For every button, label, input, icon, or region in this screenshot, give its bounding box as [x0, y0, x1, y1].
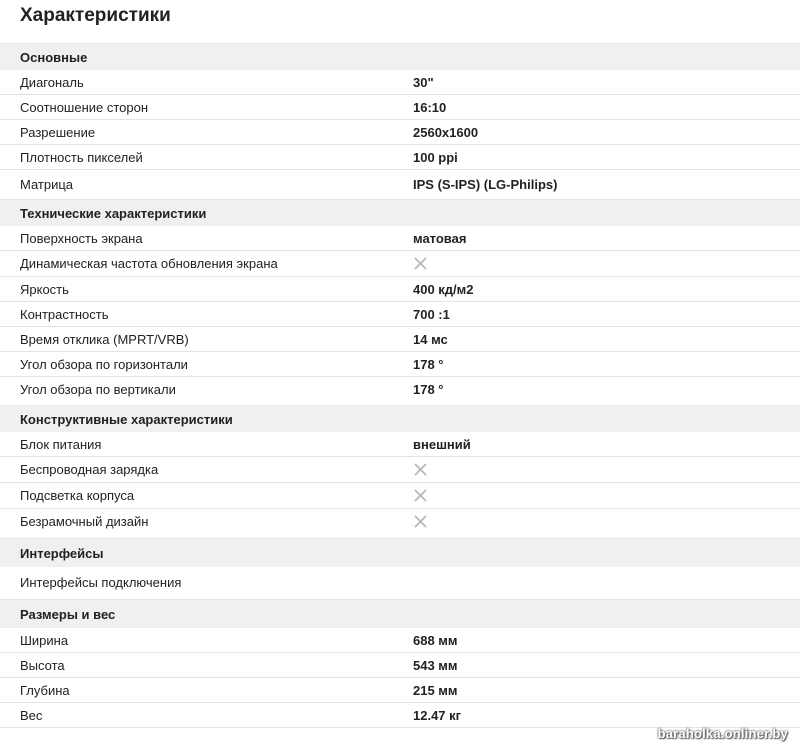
cross-icon — [414, 257, 427, 270]
spec-row: Яркость 400 кд/м2 — [0, 277, 800, 302]
spec-value: 12.47 кг — [413, 708, 462, 723]
spec-value: 100 ppi — [413, 150, 458, 165]
spec-name: Матрица — [20, 177, 74, 192]
spec-name: Угол обзора по горизонтали — [20, 357, 188, 372]
spec-name: Блок питания — [20, 437, 102, 452]
spec-row: Контрастность 700 :1 — [0, 302, 800, 327]
spec-name: Вес — [20, 708, 43, 723]
spec-value: 688 мм — [413, 633, 458, 648]
spec-value: 14 мс — [413, 332, 448, 347]
spec-name: Время отклика (MPRT/VRB) — [20, 332, 189, 347]
cross-icon — [414, 515, 427, 528]
spec-row: Диагональ 30" — [0, 70, 800, 95]
watermark: baraholka.onliner.by — [657, 726, 788, 741]
spec-value: IPS (S-IPS) (LG-Philips) — [413, 177, 558, 192]
spec-row: Безрамочный дизайн — [0, 509, 800, 538]
spec-row: Интерфейсы подключения — [0, 567, 800, 599]
section-header-basic: Основные — [0, 43, 800, 70]
specs-table: Основные Диагональ 30" Соотношение сторо… — [0, 43, 800, 728]
spec-row: Угол обзора по вертикали 178 ° — [0, 377, 800, 405]
spec-row: Блок питания внешний — [0, 432, 800, 457]
page-title: Характеристики — [20, 5, 171, 26]
spec-value: 16:10 — [413, 100, 447, 115]
spec-name: Диагональ — [20, 75, 84, 90]
spec-row: Плотность пикселей 100 ppi — [0, 145, 800, 170]
spec-row: Беспроводная зарядка — [0, 457, 800, 483]
spec-row: Разрешение 2560x1600 — [0, 120, 800, 145]
section-header-interfaces: Интерфейсы — [0, 538, 800, 567]
spec-name: Беспроводная зарядка — [20, 462, 159, 477]
section-header-dimensions: Размеры и вес — [0, 599, 800, 628]
spec-name: Яркость — [20, 282, 69, 297]
spec-name: Интерфейсы подключения — [20, 575, 182, 590]
spec-row: Ширина 688 мм — [0, 628, 800, 653]
spec-row: Глубина 215 мм — [0, 678, 800, 703]
spec-name: Высота — [20, 658, 65, 673]
spec-value: 30" — [413, 75, 434, 90]
spec-value: 543 мм — [413, 658, 458, 673]
spec-name: Поверхность экрана — [20, 231, 143, 246]
spec-row: Время отклика (MPRT/VRB) 14 мс — [0, 327, 800, 352]
spec-row: Подсветка корпуса — [0, 483, 800, 509]
spec-row: Матрица IPS (S-IPS) (LG-Philips) — [0, 170, 800, 199]
spec-name: Безрамочный дизайн — [20, 514, 149, 529]
spec-row: Угол обзора по горизонтали 178 ° — [0, 352, 800, 377]
spec-name: Динамическая частота обновления экрана — [20, 256, 278, 271]
cross-icon — [414, 463, 427, 476]
cross-icon — [414, 489, 427, 502]
spec-row: Соотношение сторон 16:10 — [0, 95, 800, 120]
spec-name: Разрешение — [20, 125, 96, 140]
spec-value: 215 мм — [413, 683, 458, 698]
spec-name: Подсветка корпуса — [20, 488, 135, 503]
spec-value: 178 ° — [413, 357, 444, 372]
spec-name: Глубина — [20, 683, 70, 698]
spec-name: Соотношение сторон — [20, 100, 149, 115]
spec-value: 700 :1 — [413, 307, 450, 322]
spec-value: 178 ° — [413, 382, 444, 397]
spec-name: Контрастность — [20, 307, 109, 322]
spec-row: Высота 543 мм — [0, 653, 800, 678]
spec-row: Вес 12.47 кг — [0, 703, 800, 728]
section-header-construction: Конструктивные характеристики — [0, 405, 800, 432]
section-header-technical: Технические характеристики — [0, 199, 800, 226]
spec-row: Динамическая частота обновления экрана — [0, 251, 800, 277]
spec-value: 400 кд/м2 — [413, 282, 474, 297]
spec-name: Угол обзора по вертикали — [20, 382, 176, 397]
spec-name: Плотность пикселей — [20, 150, 143, 165]
spec-name: Ширина — [20, 633, 69, 648]
spec-value: 2560x1600 — [413, 125, 479, 140]
spec-value: матовая — [413, 231, 467, 246]
spec-value: внешний — [413, 437, 471, 452]
spec-row: Поверхность экрана матовая — [0, 226, 800, 251]
